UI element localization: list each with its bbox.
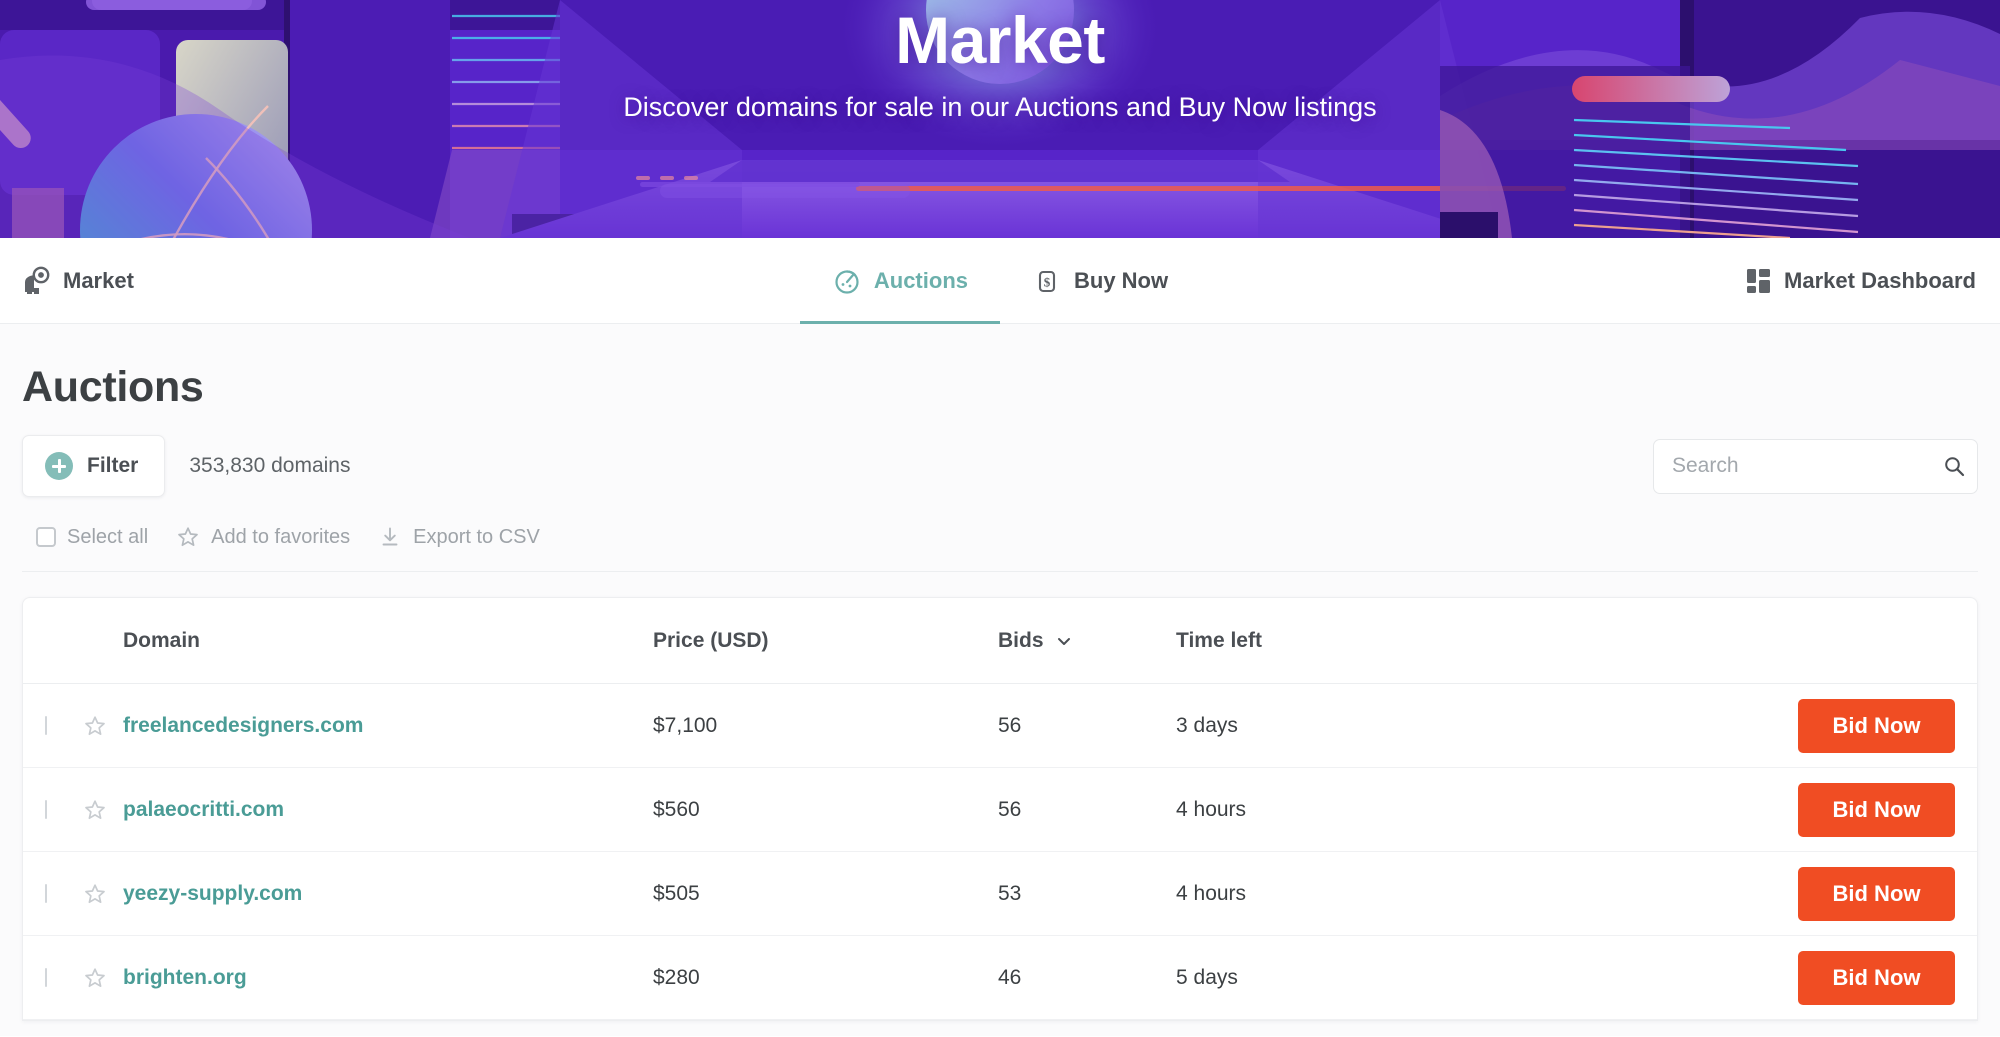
- row-domain-cell: yeezy-supply.com: [123, 882, 653, 906]
- column-header-bids-label: Bids: [998, 629, 1044, 653]
- row-favorite-cell: [83, 882, 123, 906]
- row-time-left: 4 hours: [1176, 798, 1506, 822]
- domains-count: 353,830 domains: [189, 454, 350, 478]
- tab-buy-now[interactable]: $ Buy Now: [1000, 238, 1200, 324]
- star-icon: [176, 525, 200, 549]
- bid-now-button[interactable]: Bid Now: [1798, 951, 1955, 1005]
- row-domain-cell: palaeocritti.com: [123, 798, 653, 822]
- market-target-icon: [22, 266, 52, 296]
- dollar-phone-icon: $: [1032, 266, 1062, 296]
- filter-button-label: Filter: [87, 454, 138, 478]
- star-icon[interactable]: [83, 714, 123, 738]
- export-to-csv-label: Export to CSV: [413, 526, 540, 549]
- search-icon[interactable]: [1943, 455, 1965, 477]
- page-content: Auctions Filter 353,830 domains Select a…: [0, 324, 2000, 1036]
- bulk-actions-row: Select all Add to favorites Export to CS…: [22, 525, 1978, 572]
- domain-link[interactable]: palaeocritti.com: [123, 798, 284, 821]
- search-box[interactable]: [1653, 439, 1978, 494]
- row-bids: 56: [998, 714, 1176, 738]
- domain-link[interactable]: brighten.org: [123, 966, 247, 989]
- domain-link[interactable]: freelancedesigners.com: [123, 714, 363, 737]
- star-icon[interactable]: [83, 798, 123, 822]
- table-row[interactable]: freelancedesigners.com $7,100 56 3 days …: [23, 684, 1977, 768]
- chevron-down-icon[interactable]: [1055, 632, 1073, 650]
- row-time-left: 3 days: [1176, 714, 1506, 738]
- download-icon: [378, 525, 402, 549]
- page-title: Auctions: [22, 324, 1978, 412]
- domain-link[interactable]: yeezy-supply.com: [123, 882, 302, 905]
- table-header-row: Domain Price (USD) Bids Time left: [23, 598, 1977, 684]
- tab-buy-now-label: Buy Now: [1074, 268, 1168, 294]
- column-header-domain[interactable]: Domain: [123, 629, 653, 653]
- row-bids: 53: [998, 882, 1176, 906]
- add-to-favorites-action[interactable]: Add to favorites: [176, 525, 350, 549]
- select-all-label: Select all: [67, 526, 148, 549]
- row-action-cell: Bid Now: [1506, 867, 1955, 921]
- dashboard-grid-icon: [1746, 268, 1772, 294]
- market-dashboard-label: Market Dashboard: [1784, 268, 1976, 294]
- select-all-action[interactable]: Select all: [36, 526, 148, 549]
- row-price: $7,100: [653, 714, 998, 738]
- row-checkbox[interactable]: [45, 716, 47, 735]
- bid-now-button[interactable]: Bid Now: [1798, 783, 1955, 837]
- row-price: $280: [653, 966, 998, 990]
- tab-auctions-label: Auctions: [874, 268, 968, 294]
- column-header-bids[interactable]: Bids: [998, 629, 1176, 653]
- row-checkbox-cell: [45, 801, 83, 819]
- column-header-price[interactable]: Price (USD): [653, 629, 998, 653]
- brand-label: Market: [63, 268, 134, 294]
- star-icon[interactable]: [83, 966, 123, 990]
- row-action-cell: Bid Now: [1506, 783, 1955, 837]
- row-checkbox-cell: [45, 717, 83, 735]
- filter-button[interactable]: Filter: [22, 435, 165, 497]
- auction-timer-icon: [832, 266, 862, 296]
- row-action-cell: Bid Now: [1506, 699, 1955, 753]
- row-checkbox[interactable]: [45, 800, 47, 819]
- plus-circle-icon: [45, 452, 73, 480]
- table-row[interactable]: yeezy-supply.com $505 53 4 hours Bid Now: [23, 852, 1977, 936]
- row-bids: 56: [998, 798, 1176, 822]
- row-favorite-cell: [83, 966, 123, 990]
- brand-link[interactable]: Market: [0, 238, 134, 323]
- row-favorite-cell: [83, 714, 123, 738]
- row-checkbox[interactable]: [45, 968, 47, 987]
- star-icon[interactable]: [83, 882, 123, 906]
- row-price: $505: [653, 882, 998, 906]
- hero-banner: Market Discover domains for sale in our …: [0, 0, 2000, 238]
- row-favorite-cell: [83, 798, 123, 822]
- row-action-cell: Bid Now: [1506, 951, 1955, 1005]
- export-to-csv-action[interactable]: Export to CSV: [378, 525, 540, 549]
- bid-now-button[interactable]: Bid Now: [1798, 867, 1955, 921]
- row-price: $560: [653, 798, 998, 822]
- row-checkbox-cell: [45, 885, 83, 903]
- row-checkbox[interactable]: [45, 884, 47, 903]
- table-row[interactable]: palaeocritti.com $560 56 4 hours Bid Now: [23, 768, 1977, 852]
- tab-auctions[interactable]: Auctions: [800, 238, 1000, 324]
- hero-subtitle: Discover domains for sale in our Auction…: [0, 92, 2000, 123]
- auctions-table: Domain Price (USD) Bids Time left: [22, 597, 1978, 1021]
- svg-text:$: $: [1044, 275, 1051, 290]
- nav-tabs: Auctions $ Buy Now: [0, 238, 2000, 323]
- row-domain-cell: freelancedesigners.com: [123, 714, 653, 738]
- main-navbar: Market Auctions $ Buy Now: [0, 238, 2000, 324]
- row-checkbox-cell: [45, 969, 83, 987]
- row-bids: 46: [998, 966, 1176, 990]
- row-domain-cell: brighten.org: [123, 966, 653, 990]
- table-row[interactable]: brighten.org $280 46 5 days Bid Now: [23, 936, 1977, 1020]
- bid-now-button[interactable]: Bid Now: [1798, 699, 1955, 753]
- search-input[interactable]: [1672, 454, 1943, 478]
- checkbox-icon[interactable]: [36, 527, 56, 547]
- add-to-favorites-label: Add to favorites: [211, 526, 350, 549]
- controls-row: Filter 353,830 domains: [22, 435, 1978, 497]
- hero-title: Market: [0, 0, 2000, 73]
- row-time-left: 4 hours: [1176, 882, 1506, 906]
- row-time-left: 5 days: [1176, 966, 1506, 990]
- market-dashboard-link[interactable]: Market Dashboard: [1746, 238, 2000, 323]
- column-header-time-left[interactable]: Time left: [1176, 629, 1506, 653]
